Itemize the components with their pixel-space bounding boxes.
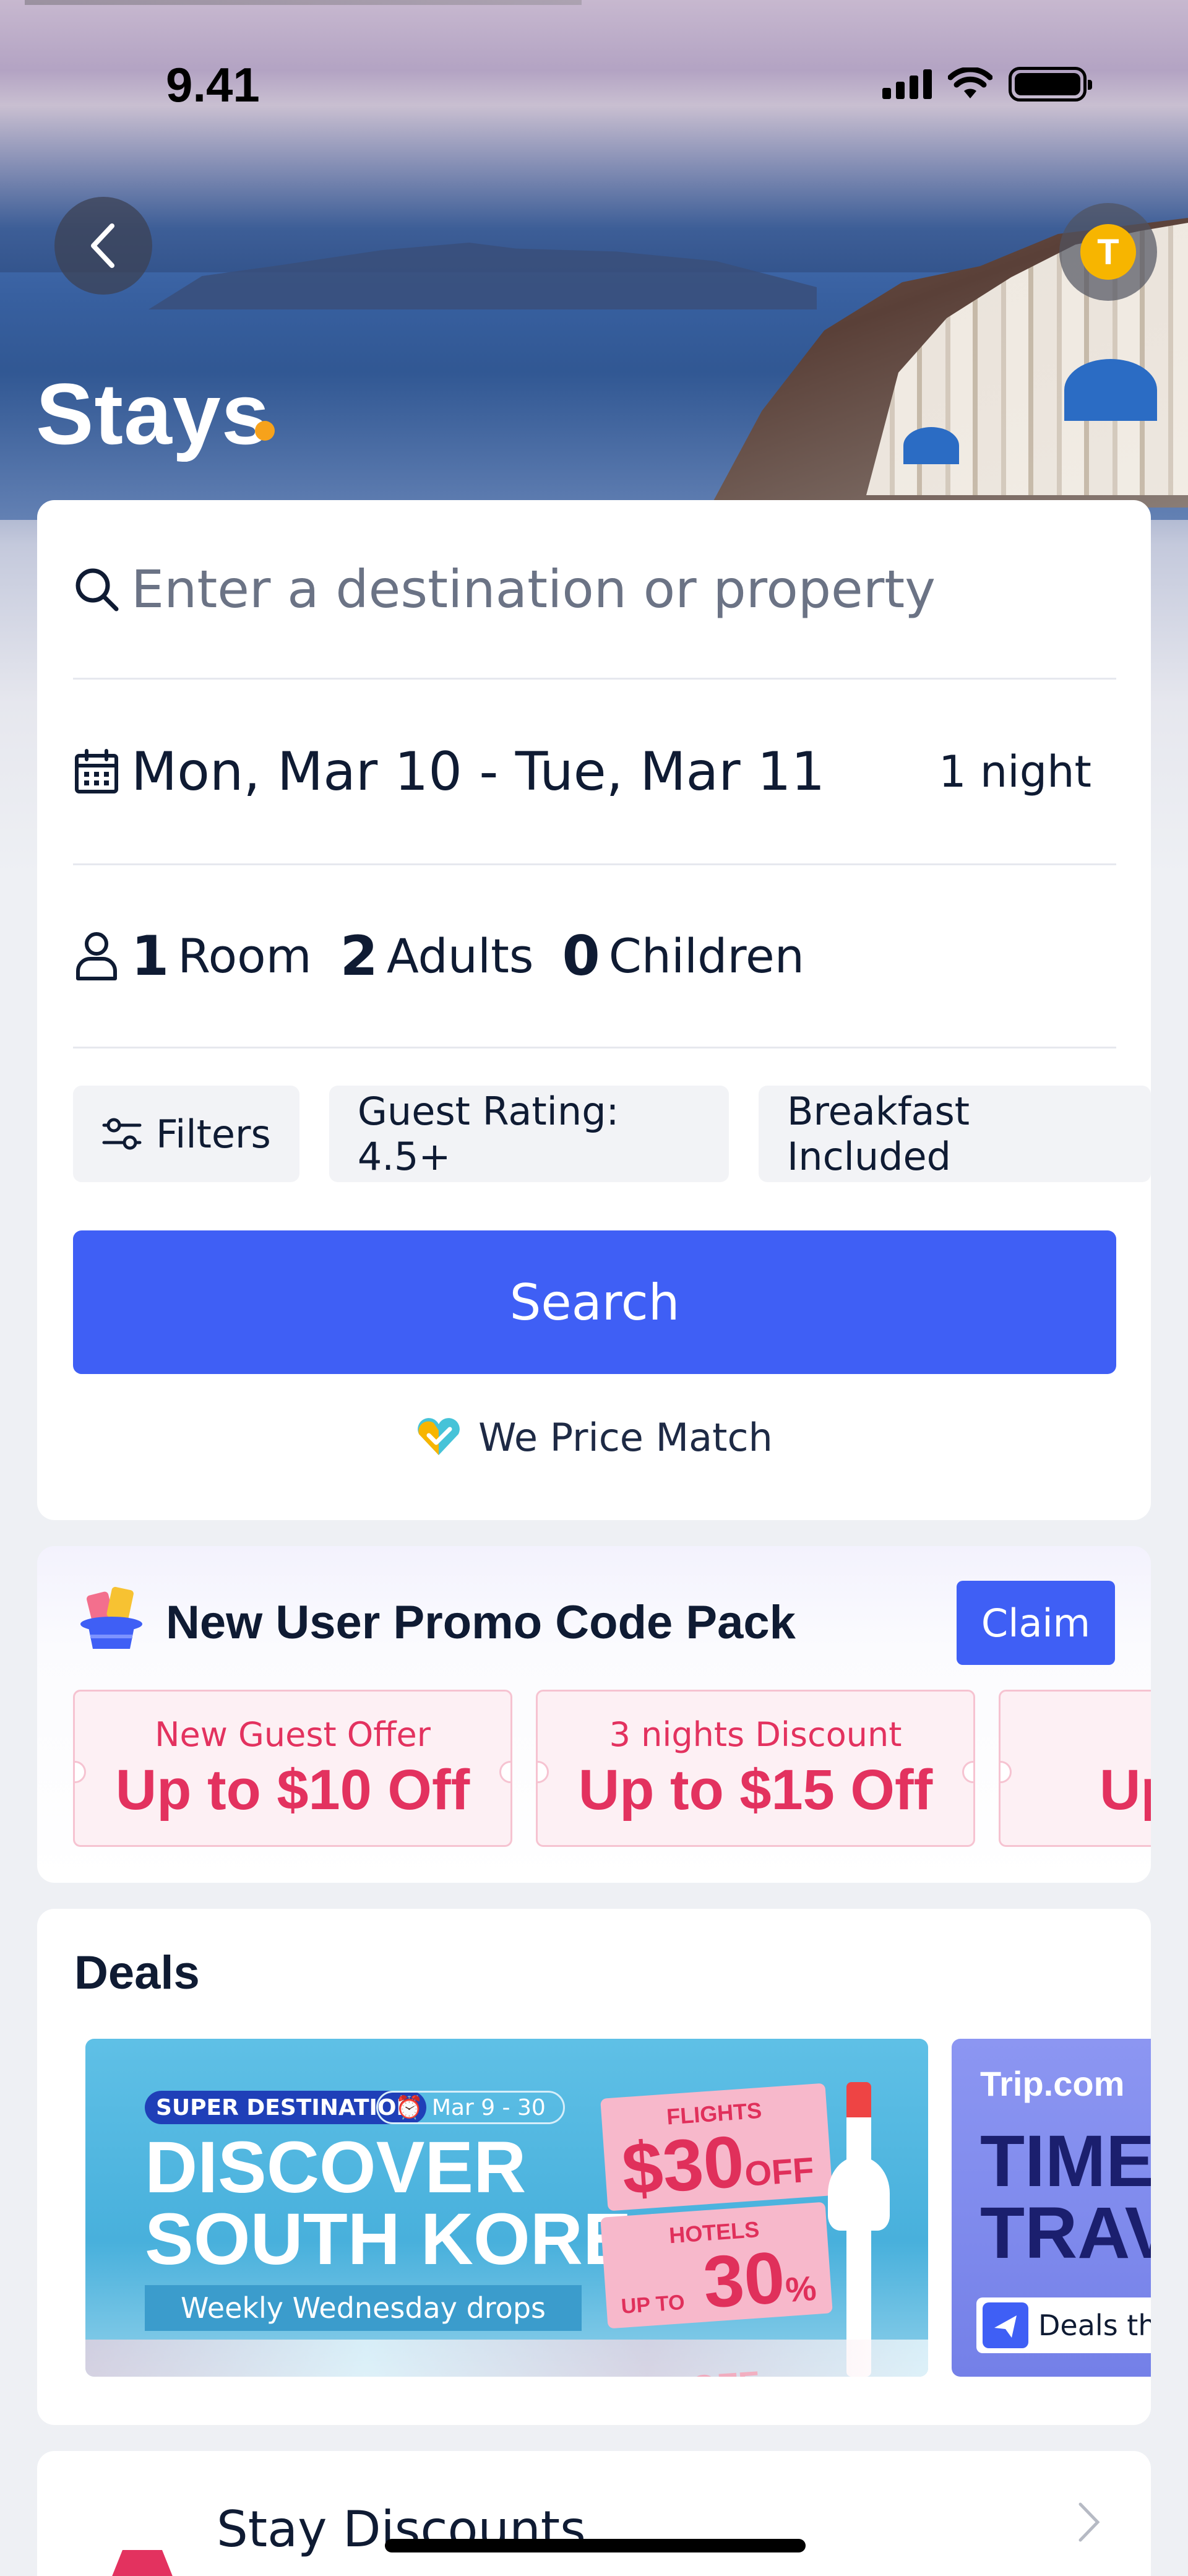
deal2-headline: TIME TRAV <box>980 2120 1151 2274</box>
trip-coins-button[interactable]: T <box>1059 203 1157 301</box>
status-icons <box>882 67 1092 102</box>
destination-field[interactable]: Enter a destination or property <box>73 500 1116 680</box>
seoul-tower-top <box>828 2156 890 2231</box>
promo-title: New User Promo Code Pack <box>166 1596 796 1649</box>
children-label: Children <box>608 928 804 983</box>
deal2-pill-text: Deals th <box>1038 2309 1151 2342</box>
coupon-subtitle: New Guest Offer <box>155 1715 431 1754</box>
hero-island <box>148 243 817 309</box>
deals-title: Deals <box>74 1947 200 1999</box>
coupon-partial[interactable]: T Up <box>999 1690 1151 1847</box>
destination-placeholder: Enter a destination or property <box>131 558 936 620</box>
filters-chip[interactable]: Filters <box>73 1086 299 1182</box>
sliders-icon <box>102 1118 142 1150</box>
cherry-blossom-strip <box>85 2340 928 2377</box>
gift-hat-icon <box>80 1586 142 1649</box>
price-match[interactable]: We Price Match <box>37 1415 1151 1460</box>
chevron-left-icon <box>91 223 114 268</box>
claim-button[interactable]: Claim <box>957 1581 1115 1665</box>
rooms-count: 1 <box>131 924 170 988</box>
filter-chips: Filters Guest Rating: 4.5+ Breakfast Inc… <box>73 1086 1151 1182</box>
search-icon <box>75 568 119 611</box>
trip-coin-icon: T <box>1080 224 1136 280</box>
hotels-discount-ticket: HOTELS UP TO 30% OFF <box>600 2202 833 2377</box>
discount-badge-icon <box>93 2550 192 2576</box>
hero-dome <box>1064 359 1157 421</box>
coupon-3-nights[interactable]: 3 nights Discount Up to $15 Off <box>536 1690 975 1847</box>
coupon-subtitle: 3 nights Discount <box>609 1715 902 1754</box>
heart-check-icon <box>418 1417 460 1455</box>
breakfast-chip[interactable]: Breakfast Included <box>758 1086 1151 1182</box>
status-time: 9.41 <box>166 58 260 112</box>
guest-rating-chip-label: Guest Rating: 4.5+ <box>357 1089 619 1179</box>
promo-code-pack-card: New User Promo Code Pack Claim New Guest… <box>37 1546 1151 1883</box>
children-count: 0 <box>562 924 600 988</box>
deals-card: Deals SUPER DESTINATION ⏰ Mar 9 - 30 DIS… <box>37 1909 1151 2425</box>
filters-chip-label: Filters <box>156 1111 271 1157</box>
coupon-amount: Up to $15 Off <box>578 1758 933 1822</box>
deal-banner-time-travel[interactable]: Trip.com TIME TRAV Deals th <box>952 2039 1151 2377</box>
person-icon <box>76 931 117 980</box>
deal-date-text: Mar 9 - 30 <box>431 2094 546 2120</box>
coupon-amount: Up <box>1100 1758 1151 1822</box>
nights-count: 1 night <box>939 746 1091 797</box>
page-title: Stays <box>36 365 270 462</box>
guests-field[interactable]: 1 Room 2 Adults 0 Children <box>73 865 1116 1048</box>
search-card: Enter a destination or property Mon, Mar… <box>37 500 1151 1520</box>
breakfast-chip-label: Breakfast Included <box>786 1089 970 1179</box>
deal2-headline-line1: TIME <box>980 2120 1151 2202</box>
cellular-signal-icon <box>882 69 932 99</box>
alarm-icon: ⏰ <box>395 2095 423 2120</box>
guest-rating-chip[interactable]: Guest Rating: 4.5+ <box>329 1086 729 1182</box>
trip-com-logo: Trip.com <box>980 2064 1125 2103</box>
top-edge-line <box>25 0 582 5</box>
chevron-right-icon <box>1078 2502 1100 2542</box>
calendar-icon <box>75 748 118 793</box>
adults-count: 2 <box>340 924 378 988</box>
wifi-icon <box>948 67 992 98</box>
airplane-icon <box>983 2302 1028 2348</box>
price-match-label: We Price Match <box>478 1415 773 1460</box>
coupon-subtitle: T <box>1001 1715 1151 1754</box>
title-accent-dot <box>255 421 275 441</box>
deal2-pill: Deals th <box>976 2297 1151 2353</box>
date-range-value: Mon, Mar 10 - Tue, Mar 11 <box>131 740 825 803</box>
stay-discounts-card[interactable]: Stay Discounts <box>37 2451 1151 2576</box>
home-indicator[interactable] <box>385 2539 806 2552</box>
deal-subtitle: Weekly Wednesday drops <box>145 2285 582 2331</box>
deal-date-range: ⏰ Mar 9 - 30 <box>376 2091 565 2124</box>
date-range-field[interactable]: Mon, Mar 10 - Tue, Mar 11 1 night <box>73 680 1116 865</box>
coupon-new-guest[interactable]: New Guest Offer Up to $10 Off <box>73 1690 512 1847</box>
back-button[interactable] <box>54 197 152 295</box>
rooms-label: Room <box>178 928 312 983</box>
coupon-amount: Up to $10 Off <box>115 1758 470 1822</box>
adults-label: Adults <box>386 928 534 983</box>
flights-discount-ticket: FLIGHTS $30OFF <box>600 2083 833 2211</box>
hero-dome <box>903 427 959 464</box>
deal2-headline-line2: TRAV <box>980 2192 1151 2274</box>
search-button[interactable]: Search <box>73 1230 1116 1374</box>
deal-banner-south-korea[interactable]: SUPER DESTINATION ⏰ Mar 9 - 30 DISCOVER … <box>85 2039 928 2377</box>
battery-icon <box>1009 67 1092 102</box>
